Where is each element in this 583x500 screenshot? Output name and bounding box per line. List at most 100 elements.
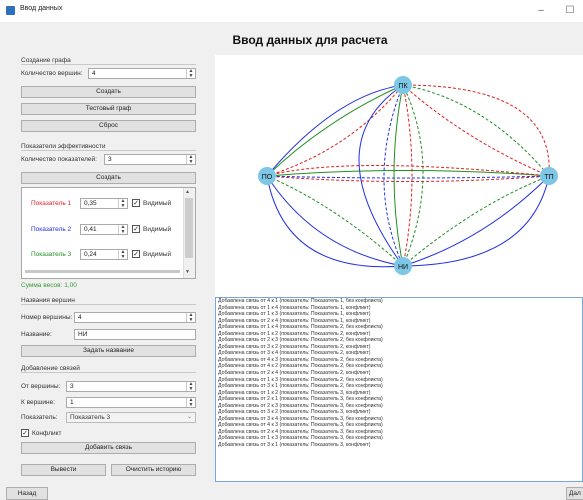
vertex-count-label: Количество вершин: xyxy=(21,70,83,77)
graph-node-label-ni: НИ xyxy=(398,264,408,271)
graph-edges xyxy=(266,84,552,269)
spin-arrows-icon[interactable]: ▲ ▼ xyxy=(118,225,127,234)
indicator-2-visible-checkbox[interactable]: ✓ xyxy=(132,225,140,233)
to-vertex-value: 1 xyxy=(70,399,74,406)
graph-svg: ПК ПО ТП НИ xyxy=(258,76,558,275)
page-title: Ввод данных для расчета xyxy=(232,33,388,47)
indicator-3-visible-checkbox[interactable]: ✓ xyxy=(132,250,140,258)
vertex-name-input[interactable]: НИ xyxy=(74,329,196,340)
minimize-button[interactable]: – xyxy=(532,2,550,20)
maximize-button[interactable]: ☐ xyxy=(561,2,579,20)
indicator-3-weight[interactable]: 0,24 ▲ ▼ xyxy=(80,249,128,260)
weights-sum-text: Сумма весов: 1,00 xyxy=(21,282,77,289)
window-title: Ввод данных xyxy=(20,5,63,12)
graph-node-label-pk: ПК xyxy=(398,83,408,90)
vertex-name-label: Название: xyxy=(21,331,52,338)
divider xyxy=(21,304,196,305)
set-name-button[interactable]: Задать название xyxy=(21,345,196,357)
indicator-count-value: 3 xyxy=(108,156,112,163)
graph-edge xyxy=(402,175,550,268)
conflict-checkbox[interactable]: ✓ xyxy=(21,429,29,437)
test-graph-button[interactable]: Тестовый граф xyxy=(21,103,196,115)
add-edges-title: Добавление связей xyxy=(21,365,80,372)
indicator-3-label: Показатель 3 xyxy=(31,251,72,258)
from-vertex-spinbox[interactable]: 3 ▲ ▼ xyxy=(66,381,196,392)
indicator-1-weight[interactable]: 0,35 ▲ ▼ xyxy=(80,198,128,209)
graph-edge xyxy=(266,84,404,177)
indicator-2-label: Показатель 2 xyxy=(31,226,72,233)
back-button[interactable]: Назад xyxy=(6,487,48,500)
window-titlebar xyxy=(0,0,583,22)
spin-arrows-icon[interactable]: ▲ ▼ xyxy=(186,313,195,322)
indicator-2-weight[interactable]: 0,41 ▲ ▼ xyxy=(80,224,128,235)
graph-edge xyxy=(402,84,550,177)
indicator-1-value: 0,35 xyxy=(84,200,97,207)
graph-edge xyxy=(266,84,404,177)
to-vertex-spinbox[interactable]: 1 ▲ ▼ xyxy=(66,397,196,408)
graph-edge xyxy=(402,175,550,267)
log-line: Добавлена связь от 3 к 1 (показатель: По… xyxy=(218,442,371,449)
divider xyxy=(21,64,196,65)
divider xyxy=(21,372,196,373)
clear-history-button[interactable]: Очистить историю xyxy=(111,464,196,476)
graph-edge xyxy=(266,174,550,179)
app-icon xyxy=(6,6,15,15)
vertex-names-title: Названия вершин xyxy=(21,297,75,304)
vertex-number-label: Номер вершины: xyxy=(21,314,73,321)
graph-node-label-tp: ТП xyxy=(544,174,553,181)
indicator-select-value: Показатель 3 xyxy=(70,414,111,421)
visible-label: Видимый xyxy=(143,251,172,258)
scroll-up-icon[interactable]: ▲ xyxy=(185,189,190,195)
graph-edge xyxy=(402,175,550,267)
indicator-3-value: 0,24 xyxy=(84,251,97,258)
add-edge-button[interactable]: Добавить связь xyxy=(21,442,196,454)
chevron-down-icon: ⌄ xyxy=(186,414,192,420)
graph-edge xyxy=(266,175,404,268)
indicator-count-spinbox[interactable]: 3 ▲ ▼ xyxy=(104,154,196,165)
spin-arrows-icon[interactable]: ▲ ▼ xyxy=(186,69,195,78)
graph-edge xyxy=(402,84,550,177)
log-lines: Добавлена связь от 4 к 1 (показатель: По… xyxy=(216,298,582,449)
graph-edge xyxy=(266,170,550,178)
graph-node-label-po: ПО xyxy=(262,174,273,181)
vertex-count-spinbox[interactable]: 4 ▲ ▼ xyxy=(88,68,196,79)
graph-edge xyxy=(358,84,404,267)
indicator-count-label: Количество показателей: xyxy=(21,156,97,163)
graph-edge xyxy=(266,175,404,269)
graph-edge xyxy=(266,175,404,267)
next-button[interactable]: Дал xyxy=(566,487,583,500)
vertex-number-spinbox[interactable]: 4 ▲ ▼ xyxy=(74,312,196,323)
from-vertex-value: 3 xyxy=(70,383,74,390)
spin-arrows-icon[interactable]: ▲ ▼ xyxy=(186,155,195,164)
scrollbar-thumb[interactable] xyxy=(185,198,193,258)
spin-arrows-icon[interactable]: ▲ ▼ xyxy=(118,199,127,208)
graph-creation-title: Создание графа xyxy=(21,57,71,64)
scroll-down-icon[interactable]: ▼ xyxy=(185,269,190,275)
visible-label: Видимый xyxy=(143,226,172,233)
indicator-select-label: Показатель: xyxy=(21,414,58,421)
create-graph-button[interactable]: Создать xyxy=(21,86,196,98)
indicator-1-visible-checkbox[interactable]: ✓ xyxy=(132,199,140,207)
graph-edge xyxy=(402,84,552,177)
indicator-select[interactable]: Показатель 3 ⌄ xyxy=(66,412,196,423)
create-indicators-button[interactable]: Создать xyxy=(21,172,196,184)
divider xyxy=(21,150,196,151)
indicator-2-value: 0,41 xyxy=(84,226,97,233)
spin-arrows-icon[interactable]: ▲ ▼ xyxy=(186,398,195,407)
to-vertex-label: К вершине: xyxy=(21,399,56,406)
spin-arrows-icon[interactable]: ▲ ▼ xyxy=(186,382,195,391)
history-log[interactable]: Добавлена связь от 4 к 1 (показатель: По… xyxy=(215,297,583,482)
spin-arrows-icon[interactable]: ▲ ▼ xyxy=(118,250,127,259)
efficiency-title: Показатели эффективности xyxy=(21,143,106,150)
indicator-1-label: Показатель 1 xyxy=(31,200,72,207)
reset-button[interactable]: Сброс xyxy=(21,120,196,132)
from-vertex-label: От вершины: xyxy=(21,383,61,390)
graph-edge xyxy=(401,84,413,267)
graph-edge xyxy=(402,84,424,267)
graph-edge xyxy=(393,84,405,267)
horizontal-scrollbar[interactable] xyxy=(25,270,180,273)
visible-label: Видимый xyxy=(143,200,172,207)
graph-canvas[interactable]: ПК ПО ТП НИ xyxy=(215,55,583,298)
output-button[interactable]: Вывести xyxy=(21,464,106,476)
vertex-number-value: 4 xyxy=(78,314,82,321)
